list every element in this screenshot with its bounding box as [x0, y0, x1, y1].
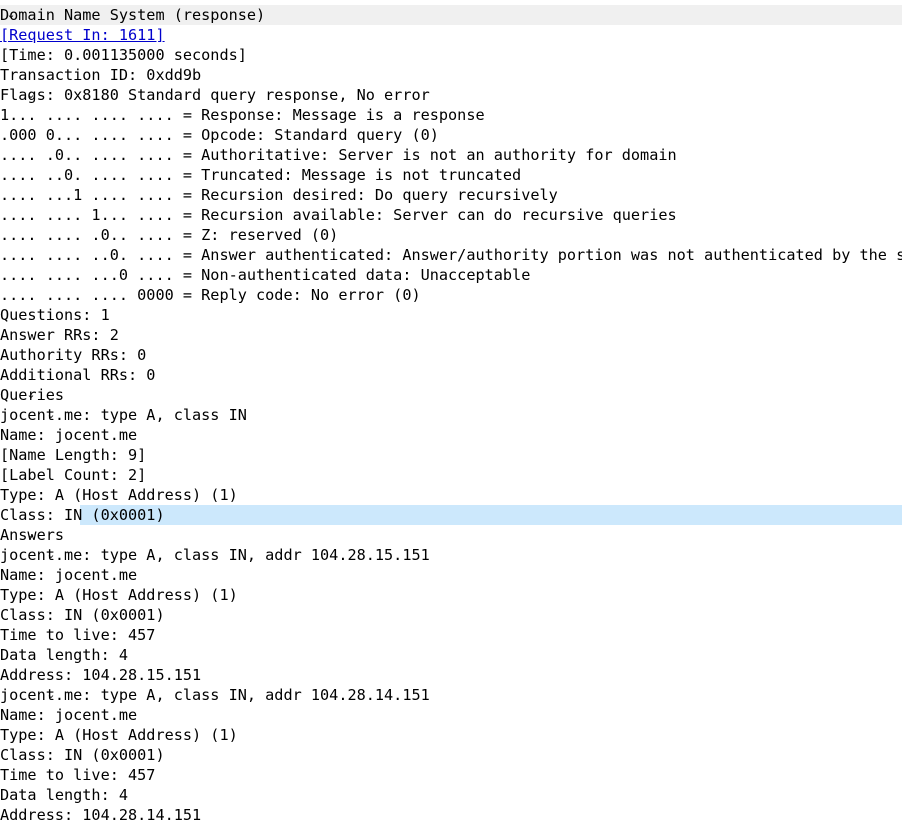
detail-row-answer2-data-length[interactable]: Data length: 4 [0, 785, 902, 805]
detail-row-answer2-name[interactable]: Name: jocent.me [0, 705, 902, 725]
detail-row-flag-reply-code[interactable]: .... .... .... 0000 = Reply code: No err… [0, 285, 902, 305]
detail-label-answer1-type: Type: A (Host Address) (1) [0, 586, 238, 604]
detail-row-authority-rrs[interactable]: Authority RRs: 0 [0, 345, 902, 365]
detail-row-time[interactable]: [Time: 0.001135000 seconds] [0, 45, 902, 65]
detail-label-flag-non-auth-data: .... .... ...0 .... = Non-authenticated … [0, 266, 531, 284]
detail-row-answer1[interactable]: ⌄ jocent.me: type A, class IN, addr 104.2… [0, 545, 902, 565]
detail-label-request-in[interactable]: [Request In: 1611] [0, 25, 165, 45]
detail-label-answer2-type: Type: A (Host Address) (1) [0, 726, 238, 744]
detail-row-dns-root[interactable]: ⌄ Domain Name System (response) [0, 5, 902, 25]
detail-label-answers: Answers [0, 526, 65, 544]
detail-label-flags: Flags: 0x8180 Standard query response, N… [0, 86, 430, 104]
detail-label-flag-response: 1... .... .... .... = Response: Message … [0, 106, 485, 124]
detail-label-flag-authoritative: .... .0.. .... .... = Authoritative: Ser… [0, 146, 677, 164]
detail-label-query-type: Type: A (Host Address) (1) [0, 486, 238, 504]
detail-row-transaction-id[interactable]: Transaction ID: 0xdd9b [0, 65, 902, 85]
detail-row-request-in[interactable]: [Request In: 1611] [0, 25, 902, 45]
detail-row-flag-authoritative[interactable]: .... .0.. .... .... = Authoritative: Ser… [0, 145, 902, 165]
detail-row-answer2-class[interactable]: Class: IN (0x0001) [0, 745, 902, 765]
detail-label-transaction-id: Transaction ID: 0xdd9b [0, 66, 202, 84]
detail-label-query-name: Name: jocent.me [0, 426, 138, 444]
detail-label-questions: Questions: 1 [0, 306, 110, 324]
detail-row-answer2-type[interactable]: Type: A (Host Address) (1) [0, 725, 902, 745]
detail-label-answer1-class: Class: IN (0x0001) [0, 606, 165, 624]
detail-label-time: [Time: 0.001135000 seconds] [0, 46, 247, 64]
detail-row-answers[interactable]: ⌄ Answers [0, 525, 902, 545]
detail-label-answer1-ttl: Time to live: 457 [0, 626, 156, 644]
detail-label-answer-rrs: Answer RRs: 2 [0, 326, 119, 344]
detail-row-query-jocent[interactable]: ⌄ jocent.me: type A, class IN [0, 405, 902, 425]
detail-row-answer2[interactable]: ⌄ jocent.me: type A, class IN, addr 104.2… [0, 685, 902, 705]
detail-row-answer2-ttl[interactable]: Time to live: 457 [0, 765, 902, 785]
detail-row-flag-non-auth-data[interactable]: .... .... ...0 .... = Non-authenticated … [0, 265, 902, 285]
detail-row-answer1-class[interactable]: Class: IN (0x0001) [0, 605, 902, 625]
detail-label-answer2-address: Address: 104.28.14.151 [0, 806, 202, 824]
detail-label-answer1-address: Address: 104.28.15.151 [0, 666, 202, 684]
detail-row-answer1-ttl[interactable]: Time to live: 457 [0, 625, 902, 645]
detail-row-answer2-address[interactable]: Address: 104.28.14.151 [0, 805, 902, 825]
detail-row-query-class[interactable]: Class: IN (0x0001) [0, 505, 902, 525]
detail-row-questions[interactable]: Questions: 1 [0, 305, 902, 325]
detail-label-flag-recursion-available: .... .... 1... .... = Recursion availabl… [0, 206, 677, 224]
detail-row-answer1-data-length[interactable]: Data length: 4 [0, 645, 902, 665]
detail-row-query-name-length[interactable]: [Name Length: 9] [0, 445, 902, 465]
detail-row-flag-z[interactable]: .... .... .0.. .... = Z: reserved (0) [0, 225, 902, 245]
detail-label-dns-root: Domain Name System (response) [0, 6, 266, 24]
detail-row-flag-recursion-available[interactable]: .... .... 1... .... = Recursion availabl… [0, 205, 902, 225]
detail-label-query-jocent: jocent.me: type A, class IN [0, 406, 247, 424]
detail-label-answer2-ttl: Time to live: 457 [0, 766, 156, 784]
detail-row-flag-truncated[interactable]: .... ..0. .... .... = Truncated: Message… [0, 165, 902, 185]
detail-label-flag-reply-code: .... .... .... 0000 = Reply code: No err… [0, 286, 421, 304]
detail-label-queries: Queries [0, 386, 65, 404]
detail-row-additional-rrs[interactable]: Additional RRs: 0 [0, 365, 902, 385]
detail-row-queries[interactable]: ⌄ Queries [0, 385, 902, 405]
detail-label-flag-answer-auth: .... .... ..0. .... = Answer authenticat… [0, 246, 902, 264]
detail-label-answer2-class: Class: IN (0x0001) [0, 746, 165, 764]
detail-row-answer1-type[interactable]: Type: A (Host Address) (1) [0, 585, 902, 605]
detail-row-flags[interactable]: ⌄ Flags: 0x8180 Standard query response, … [0, 85, 902, 105]
detail-label-answer1: jocent.me: type A, class IN, addr 104.28… [0, 546, 430, 564]
detail-row-query-type[interactable]: Type: A (Host Address) (1) [0, 485, 902, 505]
detail-label-query-name-length: [Name Length: 9] [0, 446, 147, 464]
detail-row-answer1-address[interactable]: Address: 104.28.15.151 [0, 665, 902, 685]
selection-highlight [80, 505, 902, 525]
detail-row-flag-answer-auth[interactable]: .... .... ..0. .... = Answer authenticat… [0, 245, 902, 265]
detail-label-flag-opcode: .000 0... .... .... = Opcode: Standard q… [0, 126, 439, 144]
detail-label-authority-rrs: Authority RRs: 0 [0, 346, 147, 364]
detail-row-answer1-name[interactable]: Name: jocent.me [0, 565, 902, 585]
detail-label-additional-rrs: Additional RRs: 0 [0, 366, 156, 384]
detail-label-flag-recursion-desired: .... ...1 .... .... = Recursion desired:… [0, 186, 558, 204]
detail-row-query-name[interactable]: Name: jocent.me [0, 425, 902, 445]
detail-row-flag-recursion-desired[interactable]: .... ...1 .... .... = Recursion desired:… [0, 185, 902, 205]
detail-label-query-label-count: [Label Count: 2] [0, 466, 147, 484]
packet-details-tree[interactable]: ,,,, ,,,, ,,,, ,,,, ,, ,,,,,,,, ,,, ,,,,… [0, 0, 902, 825]
detail-label-query-class: Class: IN (0x0001) [0, 506, 165, 524]
detail-row-query-label-count[interactable]: [Label Count: 2] [0, 465, 902, 485]
detail-label-answer2: jocent.me: type A, class IN, addr 104.28… [0, 686, 430, 704]
detail-label-answer2-name: Name: jocent.me [0, 706, 138, 724]
detail-label-answer1-name: Name: jocent.me [0, 566, 138, 584]
detail-label-flag-z: .... .... .0.. .... = Z: reserved (0) [0, 226, 339, 244]
detail-row-flag-opcode[interactable]: .000 0... .... .... = Opcode: Standard q… [0, 125, 902, 145]
detail-row-flag-response[interactable]: 1... .... .... .... = Response: Message … [0, 105, 902, 125]
detail-label-answer2-data-length: Data length: 4 [0, 786, 129, 804]
detail-label-answer1-data-length: Data length: 4 [0, 646, 129, 664]
detail-row-answer-rrs[interactable]: Answer RRs: 2 [0, 325, 902, 345]
detail-label-flag-truncated: .... ..0. .... .... = Truncated: Message… [0, 166, 522, 184]
